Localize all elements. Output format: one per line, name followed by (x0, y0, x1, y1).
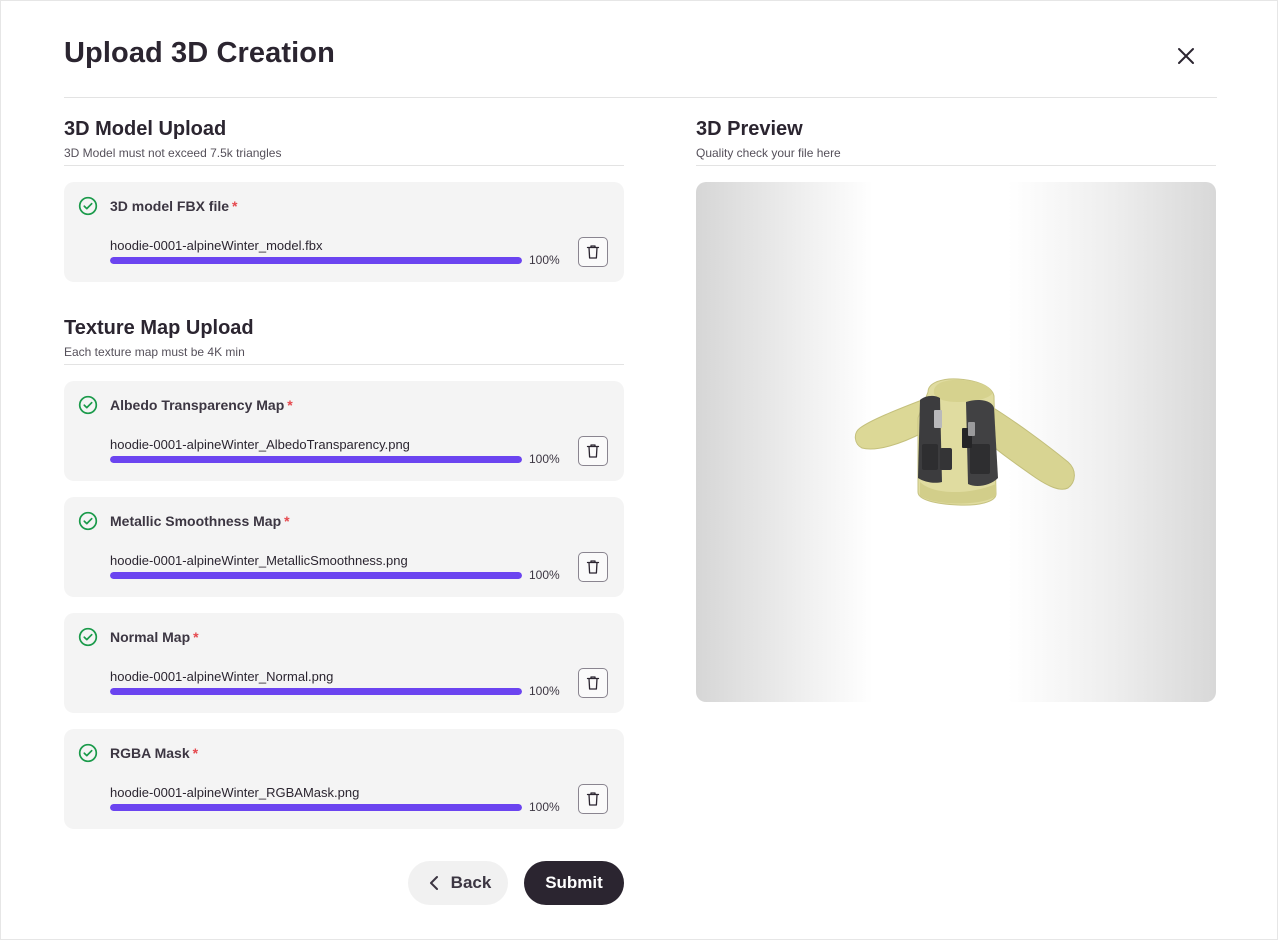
file-name: hoodie-0001-alpineWinter_MetallicSmoothn… (110, 553, 408, 568)
progress-bar (110, 572, 522, 579)
upload-card-albedo: Albedo Transparency Map * hoodie-0001-alp… (64, 381, 624, 481)
model-section-divider (64, 165, 624, 166)
model-section-title: 3D Model Upload (64, 118, 227, 140)
file-name: hoodie-0001-alpineWinter_model.fbx (110, 238, 323, 253)
trash-icon (586, 792, 600, 806)
file-label-text: RGBA Mask (110, 745, 190, 761)
delete-file-button[interactable] (578, 784, 608, 814)
progress-fill (110, 572, 522, 579)
preview-section-title: 3D Preview (696, 118, 803, 140)
close-icon (1178, 48, 1194, 64)
progress-fill (110, 688, 522, 695)
progress-fill (110, 456, 522, 463)
upload-card-metallic: Metallic Smoothness Map * hoodie-0001-alp… (64, 497, 624, 597)
file-label-text: 3D model FBX file (110, 198, 230, 214)
model-section-subtitle: 3D Model must not exceed 7.5k triangles (64, 146, 282, 160)
check-circle-icon (78, 511, 98, 531)
progress-percent: 100% (529, 684, 560, 698)
file-label: 3D model FBX file * (110, 198, 237, 214)
file-label: Normal Map * (110, 629, 199, 645)
texture-section-title: Texture Map Upload (64, 317, 254, 339)
progress-percent: 100% (529, 253, 560, 267)
preview-section-subtitle: Quality check your file here (696, 146, 841, 160)
upload-dialog: Upload 3D Creation 3D Model Upload 3D Mo… (0, 0, 1278, 940)
required-mark: * (232, 198, 238, 214)
file-name: hoodie-0001-alpineWinter_AlbedoTranspare… (110, 437, 410, 452)
file-label: Albedo Transparency Map * (110, 397, 293, 413)
delete-file-button[interactable] (578, 436, 608, 466)
check-circle-icon (78, 627, 98, 647)
file-label-text: Normal Map (110, 629, 191, 645)
delete-file-button[interactable] (578, 668, 608, 698)
file-label-text: Metallic Smoothness Map (110, 513, 282, 529)
check-circle-icon (78, 196, 98, 216)
delete-file-button[interactable] (578, 552, 608, 582)
required-mark: * (287, 397, 293, 413)
delete-file-button[interactable] (578, 237, 608, 267)
required-mark: * (193, 629, 199, 645)
check-circle-icon (78, 743, 98, 763)
upload-card-rgba: RGBA Mask * hoodie-0001-alpineWinter_RGBA… (64, 729, 624, 829)
file-label: RGBA Mask * (110, 745, 198, 761)
upload-card-fbx: 3D model FBX file * hoodie-0001-alpineWin… (64, 182, 624, 282)
progress-percent: 100% (529, 568, 560, 582)
submit-button[interactable]: Submit (524, 861, 624, 905)
back-button[interactable]: Back (408, 861, 508, 905)
dialog-title: Upload 3D Creation (64, 37, 335, 69)
preview-section-divider (696, 165, 1216, 166)
progress-bar (110, 804, 522, 811)
trash-icon (586, 444, 600, 458)
trash-icon (586, 560, 600, 574)
progress-bar (110, 456, 522, 463)
back-button-label: Back (450, 873, 492, 892)
required-mark: * (284, 513, 290, 529)
texture-section-subtitle: Each texture map must be 4K min (64, 345, 245, 359)
progress-bar (110, 688, 522, 695)
header-divider (64, 97, 1217, 98)
trash-icon (586, 245, 600, 259)
progress-bar (110, 257, 522, 264)
progress-percent: 100% (529, 800, 560, 814)
progress-fill (110, 257, 522, 264)
file-label-text: Albedo Transparency Map (110, 397, 285, 413)
hoodie-model-render (854, 378, 1075, 506)
upload-card-normal: Normal Map * hoodie-0001-alpineWinter_Nor… (64, 613, 624, 713)
required-mark: * (192, 745, 199, 761)
close-button[interactable] (1171, 41, 1201, 71)
trash-icon (586, 676, 600, 690)
file-label: Metallic Smoothness Map * (110, 513, 290, 529)
chevron-left-icon (429, 876, 438, 890)
file-name: hoodie-0001-alpineWinter_Normal.png (110, 669, 334, 684)
progress-percent: 100% (529, 452, 560, 466)
model-preview-viewport[interactable] (696, 182, 1216, 702)
file-name: hoodie-0001-alpineWinter_RGBAMask.png (110, 785, 360, 800)
check-circle-icon (78, 395, 98, 415)
progress-fill (110, 804, 522, 811)
texture-section-divider (64, 364, 624, 365)
